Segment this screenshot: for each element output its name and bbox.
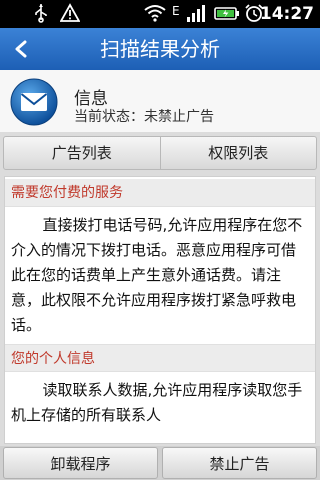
block-ads-button[interactable]: 禁止广告	[162, 447, 317, 479]
section-title-personal-info: 您的个人信息	[5, 344, 315, 372]
section-title-paid-services: 需要您付费的服务	[5, 179, 315, 207]
usb-icon	[34, 3, 48, 29]
warning-icon	[59, 3, 81, 29]
mail-icon	[10, 78, 58, 126]
app-status: 当前状态：未禁止广告	[74, 109, 214, 125]
status-clock: 14:27	[259, 4, 314, 24]
permission-list[interactable]: 需要您付费的服务 直接拨打电话号码,允许应用程序在您不介入的情况下拨打电话。恶意…	[4, 176, 316, 444]
tab-ad-list[interactable]: 广告列表	[4, 137, 160, 169]
uninstall-button[interactable]: 卸载程序	[3, 447, 158, 479]
bottom-bar: 卸载程序 禁止广告	[0, 446, 320, 480]
section-text-paid-services: 直接拨打电话号码,允许应用程序在您不介入的情况下拨打电话。恶意应用程序可借此在您…	[11, 216, 303, 334]
edge-signal-icon: E	[172, 4, 180, 18]
battery-icon	[214, 3, 240, 29]
section-text-personal-info: 读取联系人数据,允许应用程序读取您手机上存储的所有联系人	[11, 381, 303, 424]
cell-signal-icon	[186, 3, 206, 29]
tab-permission-list[interactable]: 权限列表	[159, 137, 317, 169]
page-title: 扫描结果分析	[100, 37, 220, 61]
tab-bar: 广告列表 权限列表	[3, 136, 317, 170]
app-info-panel: 信息 当前状态：未禁止广告	[0, 70, 320, 132]
status-bar: E 14:27	[0, 0, 320, 28]
title-bar: 扫描结果分析	[0, 28, 320, 70]
wifi-icon	[144, 3, 166, 29]
